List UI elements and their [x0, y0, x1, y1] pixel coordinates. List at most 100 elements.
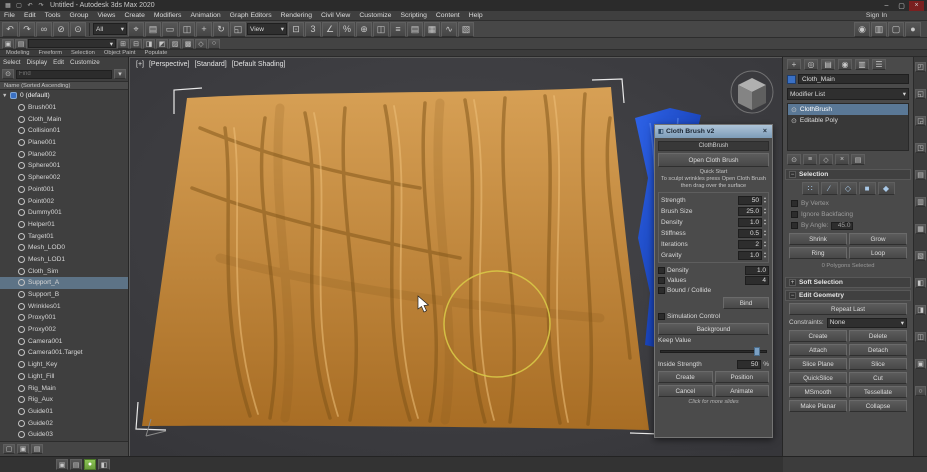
edit-named-selections-icon[interactable]: ▣	[2, 38, 14, 49]
parameter-value-field[interactable]: 25.0	[737, 206, 762, 216]
axis-x-constraint-icon[interactable]: ◨	[143, 38, 155, 49]
bind-to-space-warp-icon[interactable]: ⊙	[70, 21, 86, 37]
explorer-display-options-icon[interactable]: ▾	[114, 69, 126, 79]
pin-stack-icon[interactable]: ⊙	[787, 154, 801, 165]
render-setup-icon[interactable]: ▥	[871, 21, 887, 37]
selection-button[interactable]: Shrink	[789, 233, 847, 245]
edit-geometry-button[interactable]: Attach	[789, 344, 847, 356]
tree-row[interactable]: Point002	[0, 195, 128, 207]
checkbox[interactable]	[791, 211, 798, 218]
docked-tool-icon[interactable]: ◳	[915, 143, 926, 153]
menu-item[interactable]: Group	[66, 12, 93, 19]
background-button[interactable]: Background	[658, 323, 769, 335]
log-icon[interactable]: ▤	[70, 459, 82, 470]
configure-modifier-sets-icon[interactable]: ▤	[851, 154, 865, 165]
spinner-icon[interactable]: ▴ ▾	[764, 196, 766, 204]
display-tab-icon[interactable]: ▥	[855, 59, 869, 70]
remove-modifier-icon[interactable]: ×	[835, 154, 849, 165]
percent-snap-icon[interactable]: %	[339, 21, 355, 37]
collapse-icon[interactable]: −	[789, 292, 796, 299]
menu-item[interactable]: Scripting	[396, 12, 430, 19]
save-icon[interactable]: ▢	[14, 1, 24, 10]
checkbox[interactable]	[791, 222, 798, 229]
make-unique-icon[interactable]: ◇	[819, 154, 833, 165]
spinner-icon[interactable]: ▴ ▾	[764, 218, 766, 226]
menu-item[interactable]: File	[0, 12, 19, 19]
tree-row[interactable]: Mesh_LOD1	[0, 254, 128, 266]
axis-y-constraint-icon[interactable]: ◩	[156, 38, 168, 49]
window-crossing-toggle-icon[interactable]: ◫	[179, 21, 195, 37]
modifier-list-dropdown[interactable]: Modifier List ▾	[787, 88, 909, 100]
edit-geometry-button[interactable]: QuickSlice	[789, 372, 847, 384]
menu-item[interactable]: Tools	[41, 12, 65, 19]
qat-redo-icon[interactable]: ↷	[36, 1, 46, 10]
docked-tool-icon[interactable]: ▥	[915, 197, 926, 207]
docked-tool-icon[interactable]: ◱	[915, 89, 926, 99]
tree-row[interactable]: Point001	[0, 184, 128, 196]
reference-coordinate-combo[interactable]: View ▾	[247, 23, 287, 35]
menu-item[interactable]: Content	[432, 12, 464, 19]
curve-editor-icon[interactable]: ∿	[441, 21, 457, 37]
viewport-menu-general[interactable]: [+]	[136, 61, 144, 68]
constraints-dropdown[interactable]: None ▾	[826, 317, 907, 328]
parameter-value-field[interactable]: 1.0	[737, 217, 762, 227]
menu-item[interactable]: Help	[465, 12, 487, 19]
docked-tool-icon[interactable]: ▧	[915, 251, 926, 261]
vertex-mode-icon[interactable]: ∷	[801, 182, 819, 195]
select-and-scale-icon[interactable]: ◱	[230, 21, 246, 37]
utilities-tab-icon[interactable]: ☰	[872, 59, 886, 70]
menu-item[interactable]: Animation	[186, 12, 224, 19]
tree-row[interactable]: Guide03	[0, 429, 128, 441]
selection-button[interactable]: Loop	[849, 247, 907, 259]
modifier-visibility-icon[interactable]: ⊙	[791, 117, 797, 125]
bind-button[interactable]: Bind	[723, 297, 769, 309]
menu-item[interactable]: Edit	[20, 12, 40, 19]
snaps-toggle-3d-icon[interactable]: 3	[305, 21, 321, 37]
minimize-button[interactable]: –	[879, 1, 894, 11]
explorer-pick-icon[interactable]: ▣	[17, 444, 29, 454]
tree-row[interactable]: Target01	[0, 230, 128, 242]
toggle-layer-explorer-icon[interactable]: ▤	[407, 21, 423, 37]
option-value-field[interactable]: 1.0	[745, 265, 769, 275]
modifier-stack-item[interactable]: ⊙ ClothBrush	[788, 104, 908, 115]
edit-geometry-button[interactable]: Slice	[849, 358, 907, 370]
app-logo-icon[interactable]: ▦	[3, 1, 13, 10]
docked-tool-icon[interactable]: ▦	[915, 224, 926, 234]
paint-selection-icon[interactable]: ○	[208, 38, 220, 49]
named-selection-set-combo[interactable]: ▾	[28, 39, 116, 48]
polygon-mode-icon[interactable]: ■	[858, 182, 876, 195]
checkbox[interactable]	[658, 276, 665, 284]
show-end-result-icon[interactable]: ≡	[803, 154, 817, 165]
parameter-value-field[interactable]: 50	[737, 195, 762, 205]
checkbox[interactable]	[791, 200, 798, 207]
object-name-field[interactable]: Cloth_Main	[798, 74, 909, 84]
parameter-value-field[interactable]: 2	[737, 239, 762, 249]
rollout-soft-selection[interactable]: + Soft Selection	[785, 277, 911, 288]
isolate-selection-icon[interactable]: ●	[84, 459, 96, 470]
viewport-menu-style[interactable]: [Standard]	[194, 61, 226, 68]
docked-tool-icon[interactable]: ▣	[915, 359, 926, 369]
spinner-icon[interactable]: ▴ ▾	[764, 240, 766, 248]
menu-item[interactable]: Customize	[355, 12, 395, 19]
tree-row[interactable]: Guide01	[0, 406, 128, 418]
keep-value-slider-handle[interactable]	[754, 347, 761, 356]
edit-geometry-button[interactable]: Slice Plane	[789, 358, 847, 370]
dialog-action-button[interactable]: Position	[714, 371, 769, 383]
explorer-menu-item[interactable]: Select	[3, 59, 21, 66]
sign-in-link[interactable]: Sign In	[866, 12, 927, 19]
rendered-frame-window-icon[interactable]: ▢	[888, 21, 904, 37]
tree-row[interactable]: Dummy001	[0, 207, 128, 219]
snap-edge-icon[interactable]: ⊟	[130, 38, 142, 49]
selection-button[interactable]: Ring	[789, 247, 847, 259]
mirror-icon[interactable]: ◫	[373, 21, 389, 37]
tree-row[interactable]: Guide02	[0, 417, 128, 429]
axis-plane-constraint-icon[interactable]: ▩	[182, 38, 194, 49]
checkbox[interactable]	[658, 286, 665, 294]
open-cloth-brush-button[interactable]: Open Cloth Brush	[658, 153, 769, 167]
explorer-menu-item[interactable]: Display	[27, 59, 48, 66]
tree-row[interactable]: Sphere001	[0, 160, 128, 172]
docked-tool-icon[interactable]: ○	[915, 386, 926, 396]
select-by-name-icon[interactable]: ▤	[145, 21, 161, 37]
ribbon-tab[interactable]: Populate	[144, 50, 167, 56]
dialog-action-button[interactable]: Cancel	[658, 385, 713, 397]
